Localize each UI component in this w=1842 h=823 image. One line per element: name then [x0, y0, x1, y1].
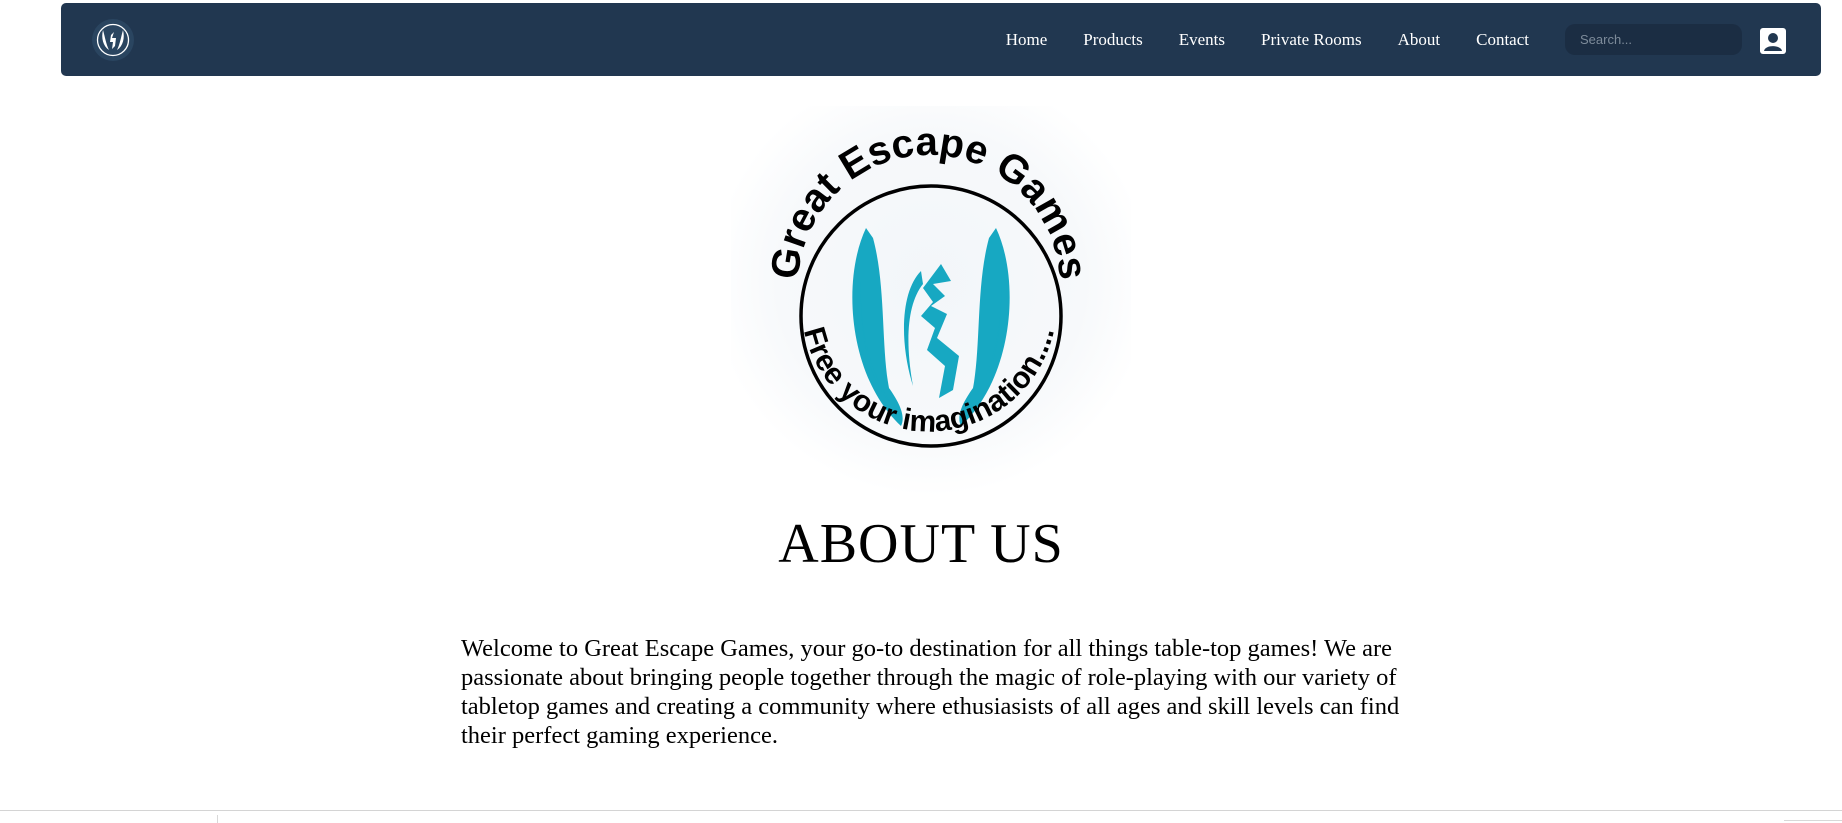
about-us-paragraph: Welcome to Great Escape Games, your go-t… — [461, 635, 1400, 749]
nav-link-events[interactable]: Events — [1161, 30, 1243, 50]
top-navbar: Home Products Events Private Rooms About… — [61, 3, 1821, 76]
great-escape-games-logo: Great Escape Games Free your imagination… — [731, 106, 1131, 496]
about-us-heading: ABOUT US — [778, 513, 1064, 575]
brand-logo-icon — [92, 19, 134, 61]
bottom-edge-mark — [1784, 820, 1842, 821]
nav-link-products[interactable]: Products — [1065, 30, 1161, 50]
nav-link-private-rooms[interactable]: Private Rooms — [1243, 30, 1380, 50]
search-input[interactable] — [1565, 24, 1742, 55]
nav-link-about[interactable]: About — [1380, 30, 1459, 50]
user-account-icon[interactable] — [1757, 25, 1789, 57]
bottom-divider — [0, 810, 1842, 811]
nav-link-contact[interactable]: Contact — [1458, 30, 1547, 50]
nav-link-home[interactable]: Home — [988, 30, 1066, 50]
bottom-tick-mark — [217, 815, 218, 823]
nav-links: Home Products Events Private Rooms About… — [988, 3, 1547, 76]
